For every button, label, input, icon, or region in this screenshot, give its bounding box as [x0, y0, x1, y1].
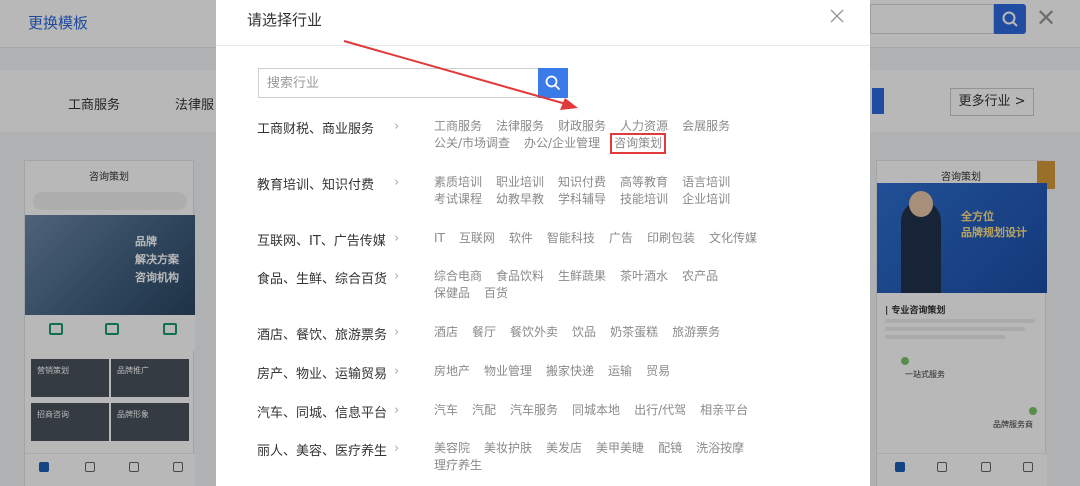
industry-subcategory[interactable]: 互联网	[459, 230, 495, 247]
industry-select-modal: 请选择行业 工商财税、商业服务 › 工商服务法律服务财政服务人力资源会展服务公关/市…	[216, 0, 870, 486]
industry-subcategory[interactable]: 软件	[509, 230, 533, 247]
industry-subcategory[interactable]: 办公/企业管理	[524, 135, 600, 152]
industry-category-name[interactable]: 酒店、餐饮、旅游票务	[257, 324, 387, 343]
industry-subcategory[interactable]: 人力资源	[620, 118, 668, 135]
industry-subcategory-list: 美容院 美妆护肤 美发店 美甲美睫 配镜 洗浴按摩理疗养生	[434, 440, 779, 474]
industry-subcategory[interactable]: 素质培训	[434, 174, 482, 191]
chevron-right-icon: ›	[394, 231, 400, 246]
industry-category-name[interactable]: 教育培训、知识付费	[257, 174, 374, 193]
industry-subcategory[interactable]: 美甲美睫	[596, 440, 644, 457]
industry-category-name[interactable]: 工商财税、商业服务	[257, 118, 374, 137]
industry-subcategory[interactable]: 综合电商	[434, 268, 482, 285]
industry-subcategory[interactable]: 工商服务	[434, 118, 482, 135]
industry-subcategory[interactable]: 餐饮外卖	[510, 324, 558, 341]
industry-subcategory-list: 酒店 餐厅 餐饮外卖 饮品 奶茶蛋糕 旅游票务	[434, 324, 779, 341]
industry-subcategory-list: IT 互联网 软件 智能科技 广告 印刷包装 文化传媒	[434, 230, 779, 247]
industry-subcategory[interactable]: 文化传媒	[709, 230, 757, 247]
close-icon	[830, 9, 844, 23]
industry-subcategory-list: 素质培训 职业培训 知识付费 高等教育 语言培训考试课程 幼教早教 学科辅导 技能培训 企业培训	[434, 174, 779, 208]
industry-category-name[interactable]: 丽人、美容、医疗养生	[257, 440, 387, 459]
industry-subcategory[interactable]: 汽配	[472, 402, 496, 419]
industry-subcategory[interactable]: 酒店	[434, 324, 458, 341]
industry-subcategory[interactable]: 奶茶蛋糕	[610, 324, 658, 341]
industry-subcategory[interactable]: 印刷包装	[647, 230, 695, 247]
chevron-right-icon: ›	[394, 403, 400, 418]
industry-subcategory[interactable]: 财政服务	[558, 118, 606, 135]
industry-subcategory[interactable]: 企业培训	[682, 191, 730, 208]
industry-subcategory[interactable]: 智能科技	[547, 230, 595, 247]
industry-subcategory[interactable]: 搬家快递	[546, 363, 594, 380]
industry-subcategory[interactable]: 美发店	[546, 440, 582, 457]
industry-search-input[interactable]	[258, 68, 538, 98]
industry-subcategory[interactable]: 旅游票务	[672, 324, 720, 341]
industry-subcategory-list: 房地产 物业管理 搬家快递 运输 贸易	[434, 363, 779, 380]
industry-subcategory[interactable]: 茶叶酒水	[620, 268, 668, 285]
chevron-right-icon: ›	[394, 119, 400, 134]
industry-subcategory-list: 综合电商 食品饮料 生鲜蔬果 茶叶酒水 农产品保健品 百货	[434, 268, 779, 302]
chevron-right-icon: ›	[394, 269, 400, 284]
industry-subcategory[interactable]: 学科辅导	[558, 191, 606, 208]
industry-category-name[interactable]: 食品、生鲜、综合百货	[257, 268, 387, 287]
industry-subcategory[interactable]: 配镜	[658, 440, 682, 457]
industry-search-button[interactable]	[538, 68, 568, 98]
industry-subcategory[interactable]: 保健品	[434, 285, 470, 302]
industry-subcategory[interactable]: 出行/代驾	[634, 402, 686, 419]
industry-search	[258, 68, 568, 98]
industry-subcategory[interactable]: 考试课程	[434, 191, 482, 208]
industry-subcategory[interactable]: 美容院	[434, 440, 470, 457]
industry-subcategory[interactable]: 会展服务	[682, 118, 730, 135]
industry-subcategory[interactable]: 饮品	[572, 324, 596, 341]
industry-subcategory[interactable]: 公关/市场调查	[434, 135, 510, 152]
industry-subcategory[interactable]: 运输	[608, 363, 632, 380]
industry-subcategory[interactable]: 食品饮料	[496, 268, 544, 285]
industry-category-name[interactable]: 互联网、IT、广告传媒	[257, 230, 386, 249]
industry-subcategory[interactable]: 百货	[484, 285, 508, 302]
modal-close-button[interactable]	[828, 7, 846, 25]
industry-subcategory-list: 工商服务 法律服务 财政服务 人力资源 会展服务公关/市场调查 办公/企业管理 咨询策划	[434, 118, 779, 154]
industry-subcategory[interactable]: 知识付费	[558, 174, 606, 191]
industry-subcategory[interactable]: 汽车服务	[510, 402, 558, 419]
industry-subcategory[interactable]: 理疗养生	[434, 457, 482, 474]
industry-subcategory[interactable]: 汽车	[434, 402, 458, 419]
industry-category-name[interactable]: 房产、物业、运输贸易	[257, 363, 387, 382]
chevron-right-icon: ›	[394, 364, 400, 379]
chevron-right-icon: ›	[394, 325, 400, 340]
industry-subcategory[interactable]: 法律服务	[496, 118, 544, 135]
industry-subcategory[interactable]: 美妆护肤	[484, 440, 532, 457]
industry-subcategory[interactable]: 同城本地	[572, 402, 620, 419]
industry-subcategory[interactable]: 房地产	[434, 363, 470, 380]
industry-subcategory[interactable]: 洗浴按摩	[696, 440, 744, 457]
chevron-right-icon: ›	[394, 175, 400, 190]
modal-title: 请选择行业	[247, 11, 323, 29]
industry-subcategory[interactable]: 生鲜蔬果	[558, 268, 606, 285]
industry-subcategory[interactable]: 语言培训	[682, 174, 730, 191]
industry-subcategory[interactable]: 相亲平台	[700, 402, 748, 419]
industry-subcategory[interactable]: 技能培训	[620, 191, 668, 208]
industry-subcategory-list: 汽车 汽配 汽车服务 同城本地 出行/代驾 相亲平台	[434, 402, 779, 419]
industry-subcategory[interactable]: 广告	[609, 230, 633, 247]
industry-subcategory[interactable]: 贸易	[646, 363, 670, 380]
industry-subcategory-highlighted[interactable]: 咨询策划	[610, 133, 667, 154]
industry-subcategory[interactable]: 餐厅	[472, 324, 496, 341]
industry-subcategory[interactable]: 幼教早教	[496, 191, 544, 208]
search-icon	[545, 75, 561, 91]
industry-subcategory[interactable]: 农产品	[682, 268, 718, 285]
industry-subcategory[interactable]: 物业管理	[484, 363, 532, 380]
chevron-right-icon: ›	[394, 441, 400, 456]
industry-subcategory[interactable]: 职业培训	[496, 174, 544, 191]
industry-subcategory[interactable]: 高等教育	[620, 174, 668, 191]
industry-category-name[interactable]: 汽车、同城、信息平台	[257, 402, 387, 421]
modal-header: 请选择行业	[216, 0, 870, 46]
industry-subcategory[interactable]: IT	[434, 230, 445, 247]
